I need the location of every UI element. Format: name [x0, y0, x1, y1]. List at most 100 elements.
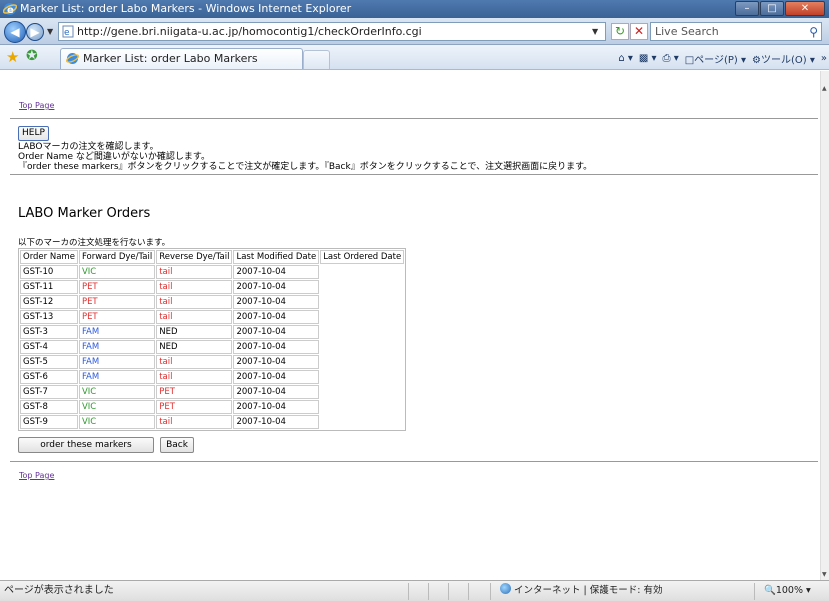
back-nav-button[interactable]: ◀	[4, 21, 26, 43]
cell-order-name: GST-5	[20, 355, 78, 369]
cell-reverse-dye: tail	[156, 415, 233, 429]
cell-forward-dye: VIC	[78, 415, 156, 429]
description-line: Order Name など間違いがないか確認します。	[18, 152, 210, 162]
tab-marker-list[interactable]: Marker List: order Labo Markers	[60, 48, 303, 69]
search-icon[interactable]: ⚲	[809, 24, 818, 41]
column-header: Last Ordered Date	[320, 250, 405, 264]
cell-order-name: GST-12	[20, 295, 78, 309]
scroll-down-icon[interactable]: ▼	[822, 571, 827, 578]
table-row: GST-13 PET tail 2007-10-04	[20, 310, 404, 324]
table-row: GST-10 VIC tail 2007-10-04	[20, 265, 404, 279]
vertical-scrollbar[interactable]: ▲ ▼	[820, 71, 829, 580]
address-dropdown-icon[interactable]: ▼	[592, 27, 598, 36]
status-divider	[468, 583, 469, 600]
back-button[interactable]: Back	[160, 437, 194, 453]
cell-last-ordered	[320, 385, 404, 399]
refresh-button[interactable]: ↻	[611, 23, 629, 40]
cell-reverse-dye: tail	[156, 355, 233, 369]
cell-order-name: GST-4	[20, 340, 78, 354]
search-input[interactable]: Live Search ⚲	[650, 22, 822, 41]
cell-last-ordered	[320, 310, 404, 324]
svg-text:e: e	[7, 5, 14, 16]
favorites-star-icon[interactable]: ★	[6, 48, 19, 66]
cell-last-modified: 2007-10-04	[233, 295, 320, 309]
title-bar: e Marker List: order Labo Markers - Wind…	[0, 0, 829, 18]
security-zone[interactable]: インターネット | 保護モード: 有効	[500, 581, 662, 601]
close-window-button[interactable]: ✕	[785, 1, 825, 16]
cell-forward-dye: VIC	[78, 400, 156, 414]
cell-forward-dye: PET	[78, 310, 156, 324]
zoom-control[interactable]: 🔍100% ▾	[764, 581, 811, 601]
command-bar: ⌂ ▾ ▩ ▾ ⎙ ▾ □ページ(P) ▾ ⚙ツール(O) ▾ »	[618, 49, 827, 67]
cell-last-modified: 2007-10-04	[233, 355, 320, 369]
cell-order-name: GST-6	[20, 370, 78, 384]
security-zone-label: インターネット | 保護モード: 有効	[514, 585, 663, 596]
cell-last-modified: 2007-10-04	[233, 310, 320, 324]
cell-last-ordered	[320, 325, 404, 339]
table-header-row: Order Name Forward Dye/Tail Reverse Dye/…	[20, 250, 405, 264]
description: LABOマーカの注文を確認します。 Order Name など間違いがないか確認…	[18, 142, 592, 172]
add-favorites-icon[interactable]: ✪	[26, 48, 38, 64]
description-line: LABOマーカの注文を確認します。	[18, 142, 159, 152]
maximize-button[interactable]: □	[760, 1, 784, 16]
stop-button[interactable]: ✕	[630, 23, 648, 40]
cell-last-modified: 2007-10-04	[233, 370, 320, 384]
minimize-button[interactable]: –	[735, 1, 759, 16]
order-these-markers-button[interactable]: order these markers	[18, 437, 154, 453]
table-row: GST-9 VIC tail 2007-10-04	[20, 415, 404, 429]
cell-last-modified: 2007-10-04	[233, 280, 320, 294]
print-icon[interactable]: ⎙ ▾	[663, 53, 679, 64]
cell-last-ordered	[320, 415, 404, 429]
cell-reverse-dye: PET	[156, 400, 233, 414]
address-input[interactable]: e http://gene.bri.niigata-u.ac.jp/homoco…	[58, 22, 606, 41]
cell-order-name: GST-7	[20, 385, 78, 399]
feeds-icon[interactable]: ▩ ▾	[639, 53, 657, 64]
column-header: Reverse Dye/Tail	[156, 250, 233, 264]
divider	[10, 461, 818, 462]
cell-reverse-dye: tail	[156, 295, 233, 309]
cell-order-name: GST-3	[20, 325, 78, 339]
cell-forward-dye: VIC	[78, 265, 156, 279]
cell-forward-dye: PET	[78, 295, 156, 309]
table-row: GST-5 FAM tail 2007-10-04	[20, 355, 404, 369]
cell-last-modified: 2007-10-04	[233, 325, 320, 339]
cell-forward-dye: FAM	[78, 325, 156, 339]
page-icon: e	[62, 25, 74, 38]
top-page-link[interactable]: Top Page	[19, 101, 54, 110]
home-icon[interactable]: ⌂ ▾	[618, 53, 633, 64]
svg-text:e: e	[64, 28, 70, 38]
toolbar-overflow-icon[interactable]: »	[821, 53, 827, 64]
status-divider	[428, 583, 429, 600]
table-row: GST-3 FAM NED 2007-10-04	[20, 325, 404, 339]
cell-last-modified: 2007-10-04	[233, 400, 320, 414]
address-url: http://gene.bri.niigata-u.ac.jp/homocont…	[77, 25, 422, 38]
new-tab-button[interactable]	[303, 50, 330, 69]
window-title: Marker List: order Labo Markers - Window…	[20, 2, 352, 15]
tools-menu-label: ツール(O)	[760, 54, 807, 66]
window-controls: – □ ✕	[734, 1, 825, 17]
forward-nav-button[interactable]: ▶	[26, 23, 44, 41]
help-button[interactable]: HELP	[18, 126, 49, 141]
zoom-level: 100%	[775, 585, 804, 596]
cell-last-modified: 2007-10-04	[233, 385, 320, 399]
notice-text: 以下のマーカの注文処理を行ないます。	[18, 238, 171, 248]
nav-history-dropdown-icon[interactable]: ▼	[47, 27, 53, 36]
tools-menu[interactable]: ⚙ツール(O) ▾	[752, 51, 815, 66]
divider	[10, 118, 818, 119]
cell-forward-dye: PET	[78, 280, 156, 294]
cell-forward-dye: VIC	[78, 385, 156, 399]
table-row: GST-7 VIC PET 2007-10-04	[20, 385, 404, 399]
cell-last-ordered	[320, 265, 404, 279]
cell-last-modified: 2007-10-04	[233, 265, 320, 279]
page-menu-label: ページ(P)	[694, 54, 738, 66]
page-menu[interactable]: □ページ(P) ▾	[685, 51, 746, 66]
table-row: GST-8 VIC PET 2007-10-04	[20, 400, 404, 414]
cell-reverse-dye: PET	[156, 385, 233, 399]
cell-last-modified: 2007-10-04	[233, 340, 320, 354]
cell-reverse-dye: tail	[156, 370, 233, 384]
scroll-up-icon[interactable]: ▲	[822, 85, 827, 92]
orders-table: Order Name Forward Dye/Tail Reverse Dye/…	[18, 248, 407, 431]
cell-last-ordered	[320, 340, 404, 354]
table-row: GST-11 PET tail 2007-10-04	[20, 280, 404, 294]
top-page-link-bottom[interactable]: Top Page	[19, 471, 54, 480]
